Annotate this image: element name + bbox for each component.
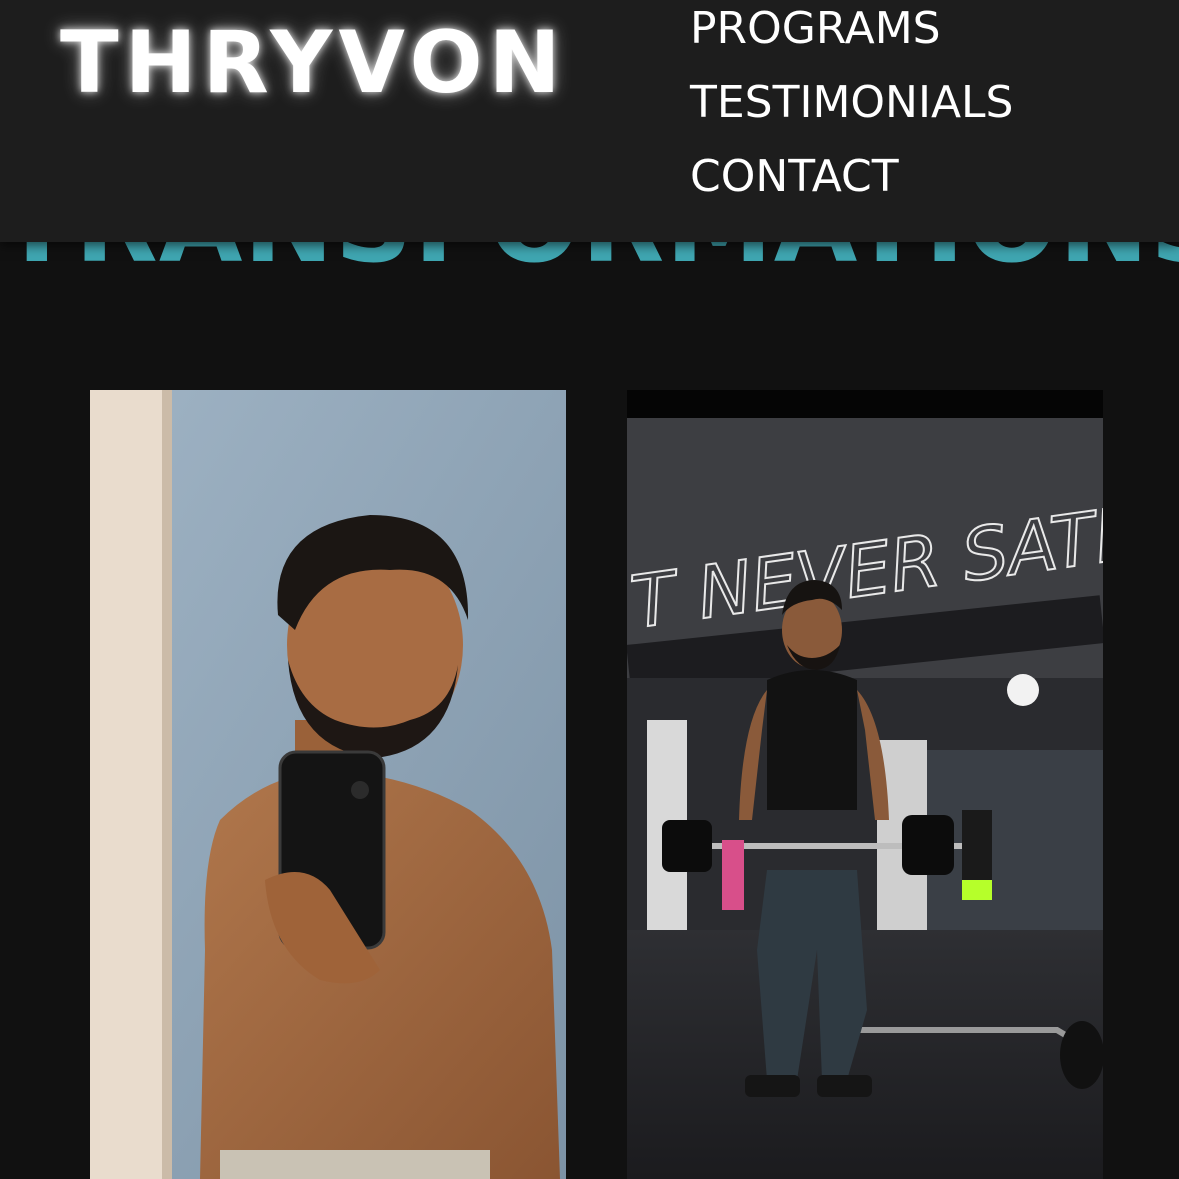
nav-programs[interactable]: PROGRAMS (690, 0, 1014, 66)
nav-testimonials[interactable]: TESTIMONIALS (690, 66, 1014, 140)
before-photo (90, 390, 566, 1179)
page: TRANSFORMATIONS THRYVON PROGRAMS TESTIMO… (0, 0, 1179, 1179)
before-photo-image (90, 390, 566, 1179)
nav-contact[interactable]: CONTACT (690, 140, 1014, 214)
logo[interactable]: THRYVON (60, 8, 567, 118)
main-nav: PROGRAMS TESTIMONIALS CONTACT (690, 0, 1014, 214)
site-header: THRYVON PROGRAMS TESTIMONIALS CONTACT (0, 0, 1179, 242)
after-photo: T NEVER SATIS (627, 390, 1103, 1179)
after-photo-image: T NEVER SATIS (627, 390, 1103, 1179)
